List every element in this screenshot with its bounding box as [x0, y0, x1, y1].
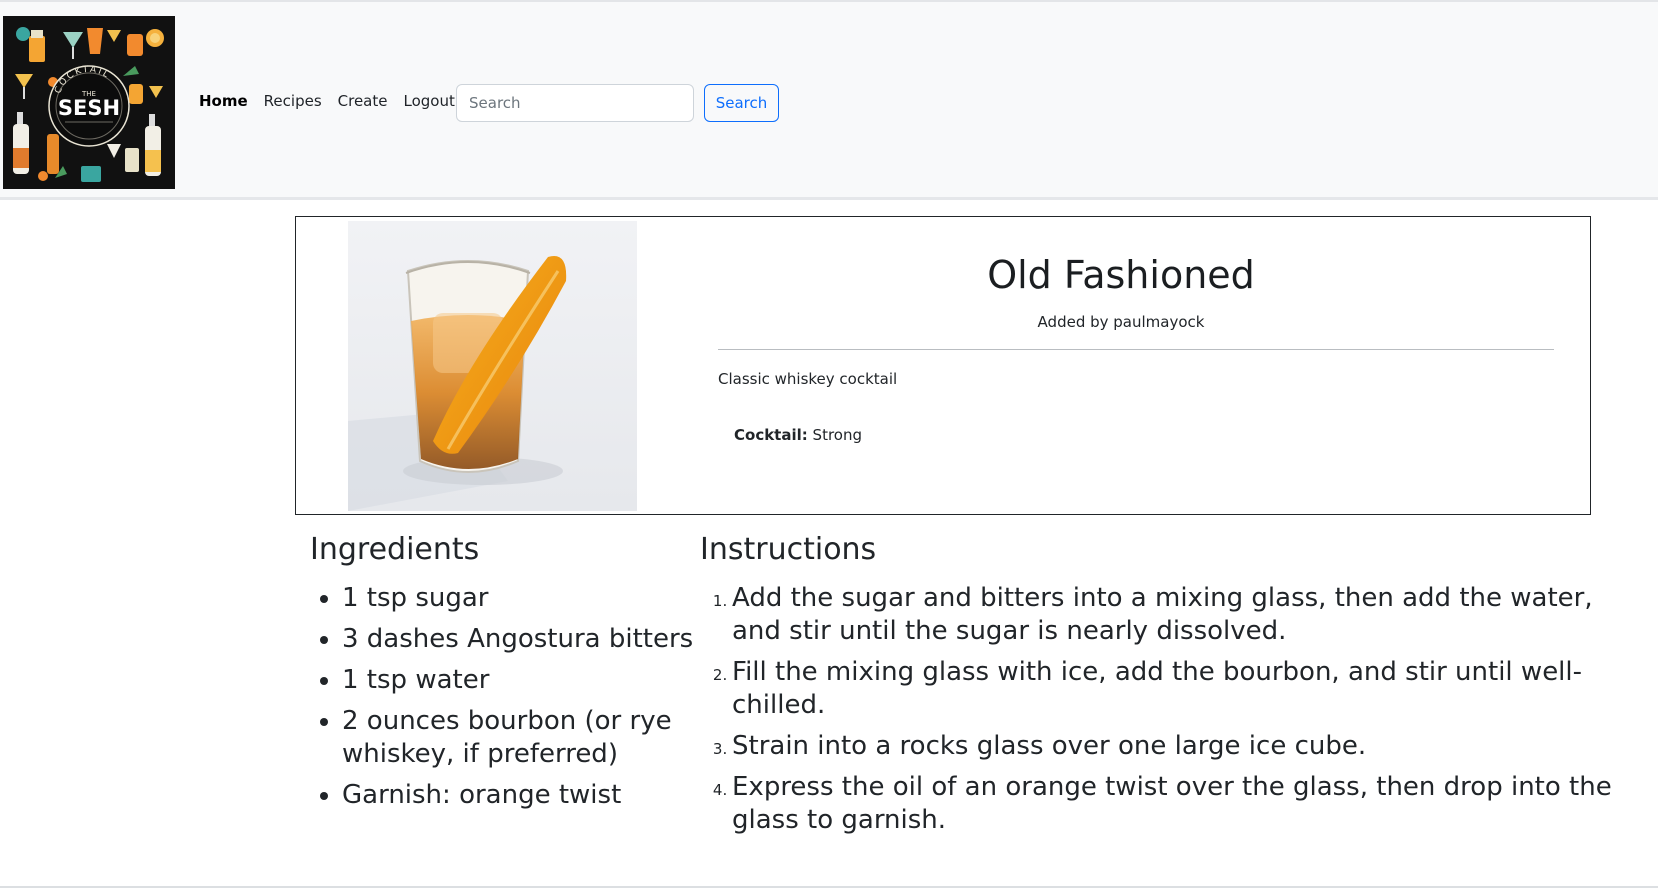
ingredient-item: 1 tsp sugar [342, 582, 717, 615]
ingredients-list: 1 tsp sugar 3 dashes Angostura bitters 1… [310, 582, 717, 820]
ingredients-heading: Ingredients [310, 532, 480, 567]
recipe-description: Classic whiskey cocktail [718, 370, 898, 388]
nav-recipes-link[interactable]: Recipes [264, 92, 322, 110]
instruction-step: Strain into a rocks glass over one large… [732, 730, 1612, 763]
recipe-author: Added by paulmayock [1037, 313, 1205, 331]
recipe-photo [348, 221, 637, 511]
recipe-title: Old Fashioned [987, 253, 1255, 297]
instruction-step: Fill the mixing glass with ice, add the … [732, 656, 1612, 722]
nav-home-link[interactable]: Home [199, 92, 248, 110]
recipe-card: Old Fashioned Added by paulmayock Classi… [295, 216, 1591, 515]
logo-main-text: SESH [58, 96, 120, 120]
nav-create-link[interactable]: Create [338, 92, 388, 110]
nav-links: Home Recipes Create Logout [199, 92, 471, 110]
ingredient-item: 3 dashes Angostura bitters [342, 623, 717, 656]
search-input[interactable] [456, 84, 694, 122]
footer-divider [0, 886, 1658, 888]
instruction-step: Express the oil of an orange twist over … [732, 771, 1612, 837]
category-label: Cocktail: [734, 426, 808, 444]
category-value: Strong [812, 426, 862, 444]
search-button[interactable]: Search [704, 84, 779, 122]
card-divider [718, 349, 1554, 350]
recipe-category: Cocktail: Strong [734, 426, 862, 444]
instructions-list: Add the sugar and bitters into a mixing … [700, 582, 1612, 845]
ingredient-item: 2 ounces bourbon (or rye whiskey, if pre… [342, 705, 717, 771]
old-fashioned-glass-icon [348, 221, 637, 511]
instruction-step: Add the sugar and bitters into a mixing … [732, 582, 1612, 648]
cocktail-sesh-logo-icon: COCKTAIL THE SESH [3, 16, 175, 189]
navbar: COCKTAIL THE SESH Home Recipes Create Lo… [0, 0, 1658, 200]
nav-logout-link[interactable]: Logout [403, 92, 454, 110]
site-logo[interactable]: COCKTAIL THE SESH [3, 16, 175, 189]
ingredient-item: Garnish: orange twist [342, 779, 717, 812]
ingredient-item: 1 tsp water [342, 664, 717, 697]
instructions-heading: Instructions [700, 532, 877, 567]
